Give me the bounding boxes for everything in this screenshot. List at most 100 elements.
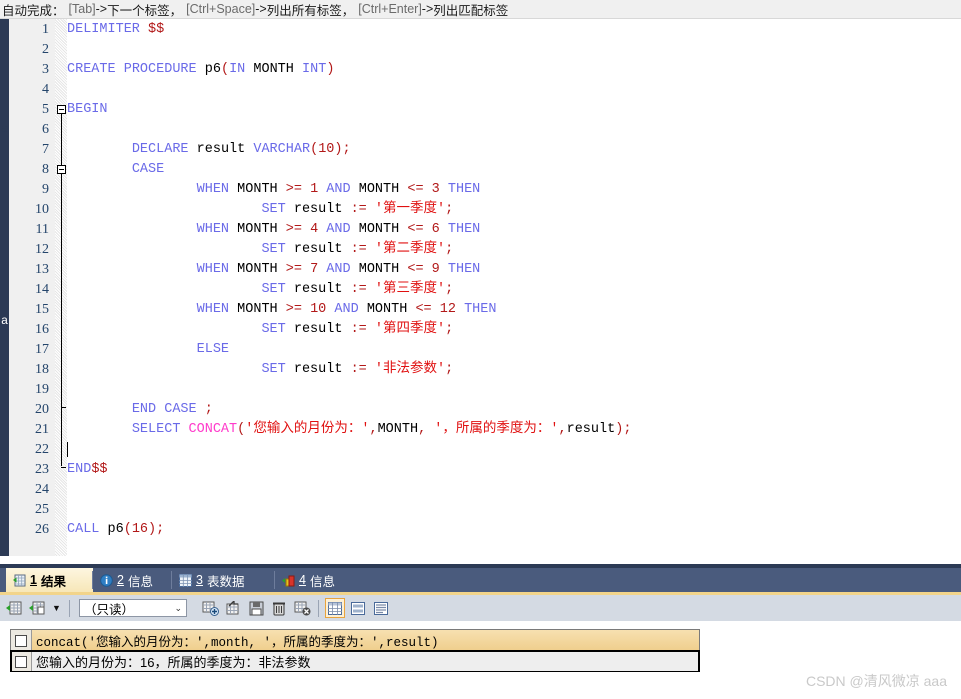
editor-strip-glyph-top: a <box>1 122 9 136</box>
line-number: 21 <box>35 422 49 437</box>
code-line[interactable]: WHEN MONTH >= 10 AND MONTH <= 12 THEN <box>67 300 497 320</box>
tab-1-results[interactable]: 1 结果 <box>6 568 93 592</box>
autocomplete-hint-bar: 自动完成： [Tab] -> 下一个标签， [Ctrl+Space] -> 列出… <box>0 0 961 19</box>
line-number: 20 <box>35 402 49 417</box>
line-number: 26 <box>35 522 49 537</box>
code-text-layer[interactable]: DELIMITER $$ CREATE PROCEDURE p6(IN MONTH… <box>67 19 961 556</box>
toolbar-separator-2 <box>193 600 194 617</box>
tab-number: 3 <box>196 573 203 587</box>
line-number: 14 <box>35 282 49 297</box>
toolbar-separator-3 <box>318 599 319 617</box>
readonly-mode-value: （只读） <box>84 602 135 617</box>
code-line[interactable]: END CASE ; <box>67 400 213 420</box>
sql-editor[interactable]: a a 1 2 3 4 5 6 7 8 9 10 11 12 13 14 15 16 17 18 19 20 21 22 2… <box>0 19 961 556</box>
code-line[interactable]: CALL p6(16); <box>67 520 164 540</box>
hint-text-tab: 下一个标签， <box>107 3 183 18</box>
grid-view-icon[interactable] <box>325 598 345 618</box>
toolbar-separator-1 <box>69 599 70 617</box>
result-toolbar[interactable]: ▼ （只读） ⌄ <box>0 595 961 621</box>
text-view-icon[interactable] <box>371 598 391 618</box>
code-line[interactable]: SELECT CONCAT('您输入的月份为：',MONTH, '，所属的季度为… <box>67 420 632 440</box>
line-number: 3 <box>42 62 49 77</box>
apply-grid-icon[interactable] <box>4 598 24 618</box>
hint-arrow-ctrlspace: -> <box>255 2 267 16</box>
line-number: 8 <box>42 162 49 177</box>
refresh-record-icon[interactable] <box>223 598 243 618</box>
header-select-cell[interactable] <box>11 630 32 651</box>
code-line[interactable]: WHEN MONTH >= 7 AND MONTH <= 9 THEN <box>67 260 481 280</box>
tab-number: 4 <box>299 573 306 587</box>
row-select-cell[interactable] <box>11 651 32 672</box>
code-line[interactable]: WHEN MONTH >= 4 AND MONTH <= 6 THEN <box>67 220 481 240</box>
line-number: 5 <box>42 102 49 117</box>
code-line[interactable]: WHEN MONTH >= 1 AND MONTH <= 3 THEN <box>67 180 481 200</box>
hint-label: 自动完成： <box>2 3 65 18</box>
readonly-mode-select[interactable]: （只读） ⌄ <box>79 599 187 617</box>
code-line[interactable]: CREATE PROCEDURE p6(IN MONTH INT) <box>67 60 334 80</box>
line-number: 16 <box>35 322 49 337</box>
code-folding-column[interactable] <box>55 19 67 556</box>
form-view-icon[interactable] <box>348 598 368 618</box>
line-number: 23 <box>35 462 49 477</box>
tab-label: 结果 <box>40 574 66 589</box>
line-number: 9 <box>42 182 49 197</box>
code-line[interactable]: DELIMITER $$ <box>67 20 164 40</box>
tab-label: 表数据 <box>206 574 245 589</box>
line-number: 15 <box>35 302 49 317</box>
line-number: 24 <box>35 482 49 497</box>
code-line[interactable]: END$$ <box>67 460 108 480</box>
hint-text-ctrlenter: 列出匹配标签 <box>433 3 509 18</box>
hint-key-tab: [Tab] <box>68 2 96 16</box>
tab-label: 信息 <box>127 574 153 589</box>
code-line[interactable]: SET result := '第二季度'; <box>67 240 453 260</box>
table-header-row: concat('您输入的月份为：',month, '，所属的季度为：',resu… <box>11 630 699 651</box>
editor-left-strip <box>0 19 9 556</box>
delete-record-icon[interactable] <box>269 598 289 618</box>
checkbox-icon[interactable] <box>15 655 27 668</box>
line-number: 6 <box>42 122 49 137</box>
result-tab-bar[interactable]: 1 结果 2 信息 3 表数据 4 信息 <box>0 568 961 592</box>
watermark: CSDN @清风微凉 aaa <box>805 673 947 689</box>
checkbox-icon[interactable] <box>15 634 27 647</box>
code-line[interactable]: BEGIN <box>67 100 108 120</box>
table-row[interactable]: 您输入的月份为：16，所属的季度为：非法参数 <box>10 650 700 673</box>
fold-collapse-icon[interactable] <box>57 105 66 114</box>
table-grid-icon <box>179 573 192 587</box>
tab-label: 信息 <box>309 574 335 589</box>
code-line[interactable]: SET result := '第一季度'; <box>67 200 453 220</box>
cancel-record-icon[interactable] <box>292 598 312 618</box>
code-line[interactable]: SET result := '非法参数'; <box>67 360 453 380</box>
save-record-icon[interactable] <box>246 598 266 618</box>
line-number: 12 <box>35 242 49 257</box>
fold-guide-line <box>61 174 62 406</box>
line-number: 2 <box>42 42 49 57</box>
code-line[interactable]: CASE <box>67 160 164 180</box>
text-caret <box>67 442 68 457</box>
tab-2-info[interactable]: 2 信息 <box>93 568 172 592</box>
code-line[interactable]: SET result := '第四季度'; <box>67 320 453 340</box>
chevron-down-icon: ⌄ <box>174 602 182 613</box>
line-number: 25 <box>35 502 49 517</box>
code-line[interactable]: ELSE <box>67 340 229 360</box>
tab-number: 1 <box>30 573 37 587</box>
line-number: 7 <box>42 142 49 157</box>
add-record-icon[interactable] <box>200 598 220 618</box>
line-number: 4 <box>42 82 49 97</box>
table-cell[interactable]: 您输入的月份为：16，所属的季度为：非法参数 <box>32 651 699 672</box>
export-grid-icon[interactable] <box>27 598 47 618</box>
hint-arrow-tab: -> <box>95 2 108 16</box>
code-line[interactable]: SET result := '第三季度'; <box>67 280 453 300</box>
result-data-grid[interactable]: concat('您输入的月份为：',month, '，所属的季度为：',resu… <box>10 629 700 673</box>
column-header[interactable]: concat('您输入的月份为：',month, '，所属的季度为：',resu… <box>32 630 699 651</box>
code-line[interactable]: DECLARE result VARCHAR(10); <box>67 140 351 160</box>
hint-arrow-ctrlenter: -> <box>421 2 434 16</box>
hint-key-ctrlenter: [Ctrl+Enter] <box>358 2 422 16</box>
fold-end-marker <box>61 467 66 468</box>
fold-collapse-icon[interactable] <box>57 165 66 174</box>
grid-green-icon <box>13 574 26 587</box>
fold-end-marker <box>61 407 66 408</box>
line-number: 1 <box>42 22 49 37</box>
tab-3-table-data[interactable]: 3 表数据 <box>172 568 275 592</box>
dropdown-arrow-icon[interactable]: ▼ <box>50 598 63 618</box>
tab-4-info[interactable]: 4 信息 <box>275 568 354 592</box>
